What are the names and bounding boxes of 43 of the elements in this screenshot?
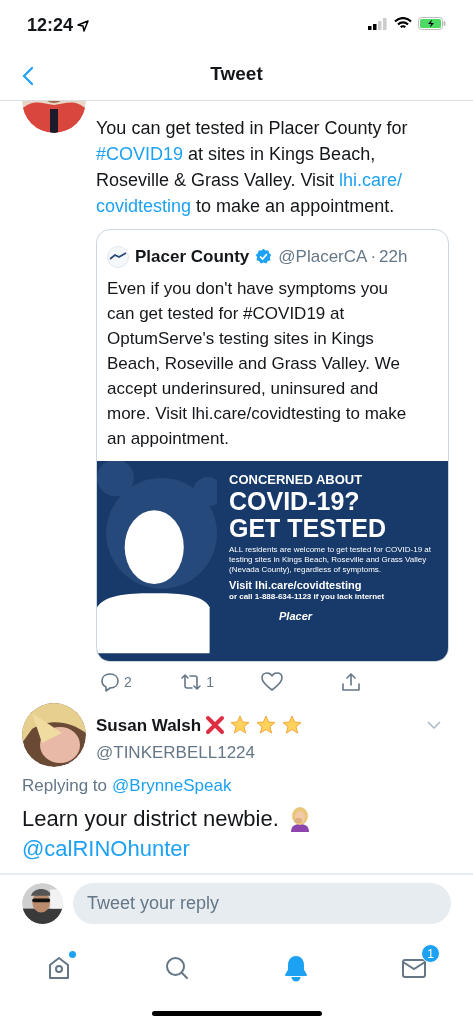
wifi-icon — [394, 17, 412, 30]
action-count: 2 — [124, 672, 132, 692]
share-icon[interactable] — [341, 672, 361, 692]
reply-author-name: Susan Walsh — [96, 714, 202, 737]
graphic-kicker: CONCERNED ABOUT — [229, 472, 364, 487]
battery-icon — [418, 17, 446, 30]
tweet-link[interactable]: lhi.care/ — [339, 170, 403, 190]
quoted-author-name: Placer County — [135, 246, 250, 268]
graphic-logo: Placer — [279, 608, 314, 624]
quoted-author-handle: @PlacerCA — [278, 246, 368, 268]
county-logo-icon — [107, 245, 129, 268]
separator-dot: · — [370, 246, 377, 268]
graphic-headline: COVID-19? — [229, 486, 361, 515]
action-count: 1 — [206, 672, 215, 692]
quoted-tweet-time: 22h — [379, 246, 408, 268]
tweet-text: You can get tested in Placer County for #COVID19 at sites in Kings Beach, Roseville & Grass Valley. Visit lhi.care/ covidtesting to make an appointment. — [96, 117, 409, 218]
retweet-icon[interactable] — [180, 672, 203, 692]
star-icon — [255, 715, 278, 736]
cross-mark-icon — [205, 715, 226, 736]
reply-icon[interactable] — [100, 672, 120, 692]
status-time: 12:24 — [27, 14, 74, 37]
location-arrow-icon — [77, 19, 90, 32]
tweet-link[interactable]: #COVID19 — [96, 144, 184, 164]
window-title: Tweet — [210, 61, 263, 86]
mention-link[interactable]: @BrynneSpeak — [112, 772, 232, 798]
mention-link[interactable]: @calRINOhunter — [22, 835, 190, 863]
quoted-tweet-card[interactable] — [96, 229, 449, 662]
star-icon — [281, 715, 304, 736]
tweet-link[interactable]: covidtesting — [96, 196, 192, 216]
reply-text: Learn your district newbie. — [22, 805, 279, 833]
signal-icon — [368, 17, 388, 30]
graphic-body: ALL residents are welcome to get tested for COVID-19 at testing sites in Kings Beach, Roseville and Grass Valley (Nevada County), regardless of symptoms. — [229, 544, 433, 575]
heart-icon[interactable] — [260, 672, 283, 692]
back-chevron-icon — [22, 66, 34, 86]
replying-to-label: Replying to — [22, 774, 108, 797]
graphic-call-note: or call 1-888-634-1123 if you lack internet — [229, 591, 386, 602]
reply-author-handle: @TINKERBELL1224 — [96, 742, 256, 764]
reply-input[interactable]: Tweet your reply — [73, 883, 451, 924]
unread-badge: 1 — [421, 944, 440, 963]
quoted-tweet-text: Even if you don't have symptoms you can get tested for #COVID19 at OptumServe's testing sites in Kings Beach, Roseville and Grass Valley. We accept underinsured, uninsured and more. Visit lhi.care/covidtesting to make an appointment. — [107, 277, 408, 450]
graphic-headline: GET TESTED — [229, 514, 387, 541]
star-icon — [229, 715, 252, 736]
graphic-cta: Visit lhi.care/covidtesting — [229, 578, 363, 592]
